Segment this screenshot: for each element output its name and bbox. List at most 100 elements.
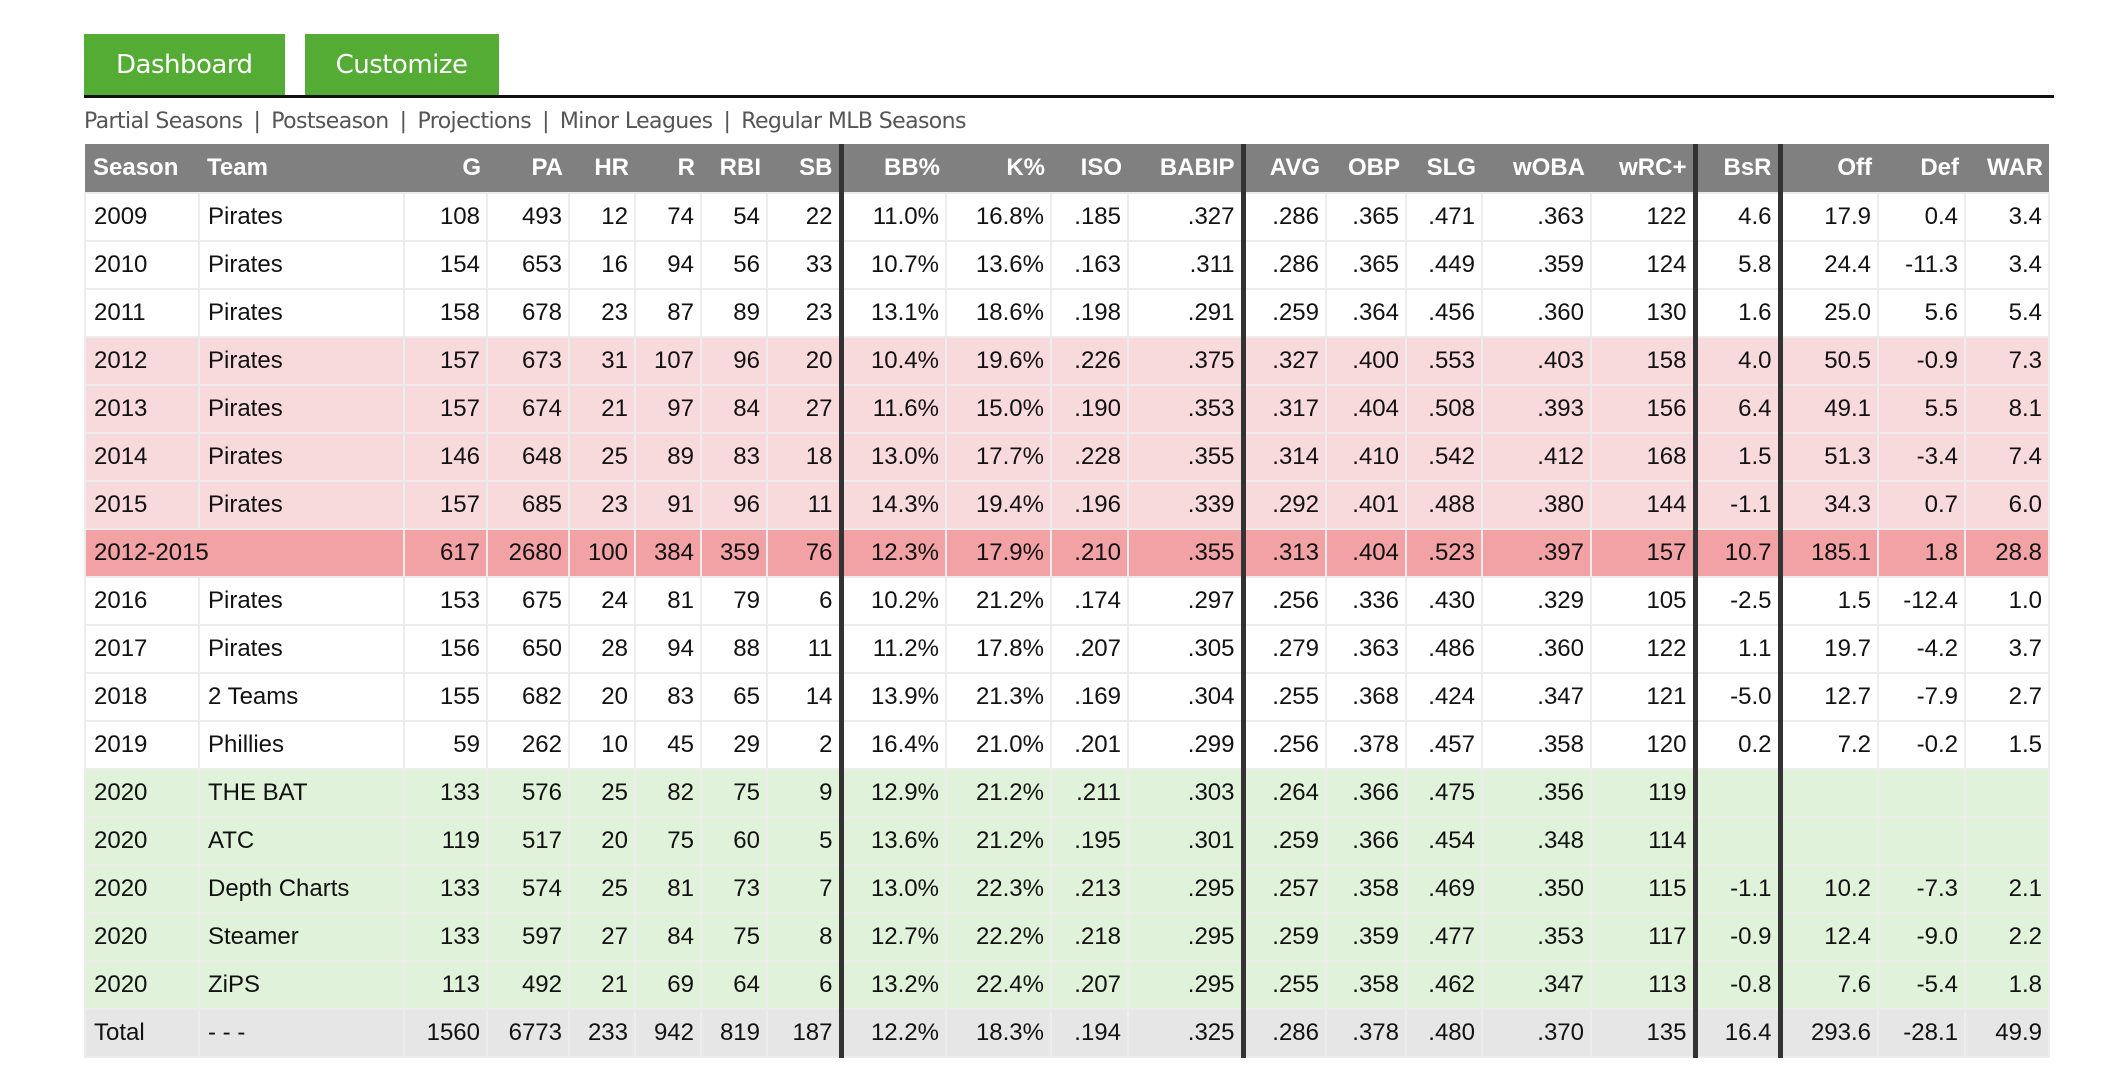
cell-obp: .365 — [1325, 192, 1407, 242]
cell-rbi: 96 — [700, 480, 768, 530]
column-header-r[interactable]: R — [635, 144, 701, 193]
link-projections[interactable]: Projections — [417, 104, 531, 140]
cell-wrc-plus: 122 — [1590, 192, 1698, 242]
cell-def: -3.4 — [1877, 432, 1966, 482]
column-header-rbi[interactable]: RBI — [701, 144, 767, 193]
cell-hr: 21 — [568, 960, 636, 1010]
cell-wrc-plus: 157 — [1590, 528, 1698, 578]
cell-iso: .196 — [1050, 480, 1129, 530]
column-header-wrc-plus[interactable]: wRC+ — [1591, 144, 1698, 193]
cell-team[interactable]: Pirates — [198, 336, 405, 386]
cell-season[interactable]: 2020 — [84, 960, 200, 1010]
cell-season[interactable]: 2020 — [84, 912, 200, 962]
cell-hr: 24 — [568, 576, 636, 626]
column-header-bb-pct[interactable]: BB% — [841, 144, 946, 193]
cell-r: 942 — [634, 1008, 702, 1058]
cell-team[interactable]: Pirates — [198, 480, 405, 530]
link-regular-mlb-seasons[interactable]: Regular MLB Seasons — [741, 104, 966, 140]
cell-sb: 11 — [766, 480, 844, 530]
column-header-war[interactable]: WAR — [1965, 144, 2049, 193]
cell-team[interactable]: THE BAT — [198, 768, 405, 818]
cell-r: 69 — [634, 960, 702, 1010]
cell-team[interactable]: 2 Teams — [198, 672, 405, 722]
cell-babip: .295 — [1127, 912, 1246, 962]
cell-season[interactable]: 2013 — [84, 384, 200, 434]
link-postseason[interactable]: Postseason — [271, 104, 389, 140]
column-header-pa[interactable]: PA — [487, 144, 569, 193]
cell-g: 133 — [403, 912, 488, 962]
cell-team[interactable]: Steamer — [198, 912, 405, 962]
column-header-def[interactable]: Def — [1878, 144, 1965, 193]
cell-season[interactable]: 2012 — [84, 336, 200, 386]
cell-season[interactable]: 2020 — [84, 816, 200, 866]
cell-iso: .213 — [1050, 864, 1129, 914]
cell-season[interactable]: 2019 — [84, 720, 200, 770]
cell-slg: .456 — [1405, 288, 1483, 338]
link-minor-leagues[interactable]: Minor Leagues — [560, 104, 713, 140]
cell-obp: .366 — [1325, 768, 1407, 818]
cell-def: 5.6 — [1877, 288, 1966, 338]
column-header-g[interactable]: G — [404, 144, 487, 193]
cell-season[interactable]: 2014 — [84, 432, 200, 482]
column-header-iso[interactable]: ISO — [1051, 144, 1128, 193]
tab-dashboard[interactable]: Dashboard — [84, 34, 285, 96]
column-header-babip[interactable]: BABIP — [1128, 144, 1246, 193]
cell-wrc-plus: 105 — [1590, 576, 1698, 626]
cell-team[interactable]: Pirates — [198, 384, 405, 434]
table-row: 2020 ATC 119 517 20 75 60 5 13.6% 21.2% .195.301.2… — [84, 816, 2050, 866]
cell-team[interactable]: Pirates — [198, 432, 405, 482]
cell-team[interactable]: Phillies — [198, 720, 405, 770]
cell-def: -4.2 — [1877, 624, 1966, 674]
cell-bb-pct: 11.2% — [840, 624, 947, 674]
cell-season[interactable]: 2009 — [84, 192, 200, 242]
cell-season[interactable]: 2020 — [84, 768, 200, 818]
column-header-season[interactable]: Season — [85, 144, 199, 193]
cell-war: 5.4 — [1964, 288, 2050, 338]
cell-season[interactable]: 2018 — [84, 672, 200, 722]
cell-rbi: 60 — [700, 816, 768, 866]
cell-babip: .305 — [1127, 624, 1246, 674]
column-header-obp[interactable]: OBP — [1326, 144, 1406, 193]
cell-sb: 18 — [766, 432, 844, 482]
cell-season[interactable]: 2015 — [84, 480, 200, 530]
column-header-avg[interactable]: AVG — [1243, 144, 1326, 193]
column-header-slg[interactable]: SLG — [1406, 144, 1482, 193]
cell-wrc-plus: 121 — [1590, 672, 1698, 722]
cell-season[interactable]: 2011 — [84, 288, 200, 338]
column-header-woba[interactable]: wOBA — [1482, 144, 1591, 193]
cell-sb: 23 — [766, 288, 844, 338]
cell-obp: .363 — [1325, 624, 1407, 674]
cell-team[interactable]: Pirates — [198, 576, 405, 626]
cell-team[interactable]: Depth Charts — [198, 864, 405, 914]
cell-season[interactable]: 2010 — [84, 240, 200, 290]
column-header-sb[interactable]: SB — [767, 144, 844, 193]
cell-obp: .358 — [1325, 960, 1407, 1010]
cell-season[interactable]: 2017 — [84, 624, 200, 674]
cell-bsr — [1694, 816, 1783, 866]
cell-obp: .336 — [1325, 576, 1407, 626]
cell-team[interactable]: Pirates — [198, 288, 405, 338]
column-header-off[interactable]: Off — [1780, 144, 1878, 193]
cell-bsr: 0.2 — [1694, 720, 1783, 770]
cell-season[interactable]: 2016 — [84, 576, 200, 626]
link-partial-seasons[interactable]: Partial Seasons — [84, 104, 243, 140]
column-header-team[interactable]: Team — [199, 144, 404, 193]
cell-avg: .259 — [1242, 912, 1327, 962]
cell-r: 107 — [634, 336, 702, 386]
table-row: 2018 2 Teams 155 682 20 83 65 14 13.9% 21.3% .169.… — [84, 672, 2050, 722]
column-header-hr[interactable]: HR — [569, 144, 635, 193]
cell-team[interactable]: ZiPS — [198, 960, 405, 1010]
cell-team[interactable]: Pirates — [198, 624, 405, 674]
column-header-bsr[interactable]: BsR — [1695, 144, 1783, 193]
cell-team[interactable]: Pirates — [198, 240, 405, 290]
column-header-k-pct[interactable]: K% — [946, 144, 1051, 193]
cell-bsr: 1.6 — [1694, 288, 1783, 338]
cell-babip: .339 — [1127, 480, 1246, 530]
cell-sb: 5 — [766, 816, 844, 866]
cell-team[interactable]: ATC — [198, 816, 405, 866]
cell-team[interactable]: Pirates — [198, 192, 405, 242]
cell-hr: 25 — [568, 864, 636, 914]
cell-season[interactable]: 2020 — [84, 864, 200, 914]
tab-customize[interactable]: Customize — [304, 34, 499, 96]
cell-hr: 28 — [568, 624, 636, 674]
